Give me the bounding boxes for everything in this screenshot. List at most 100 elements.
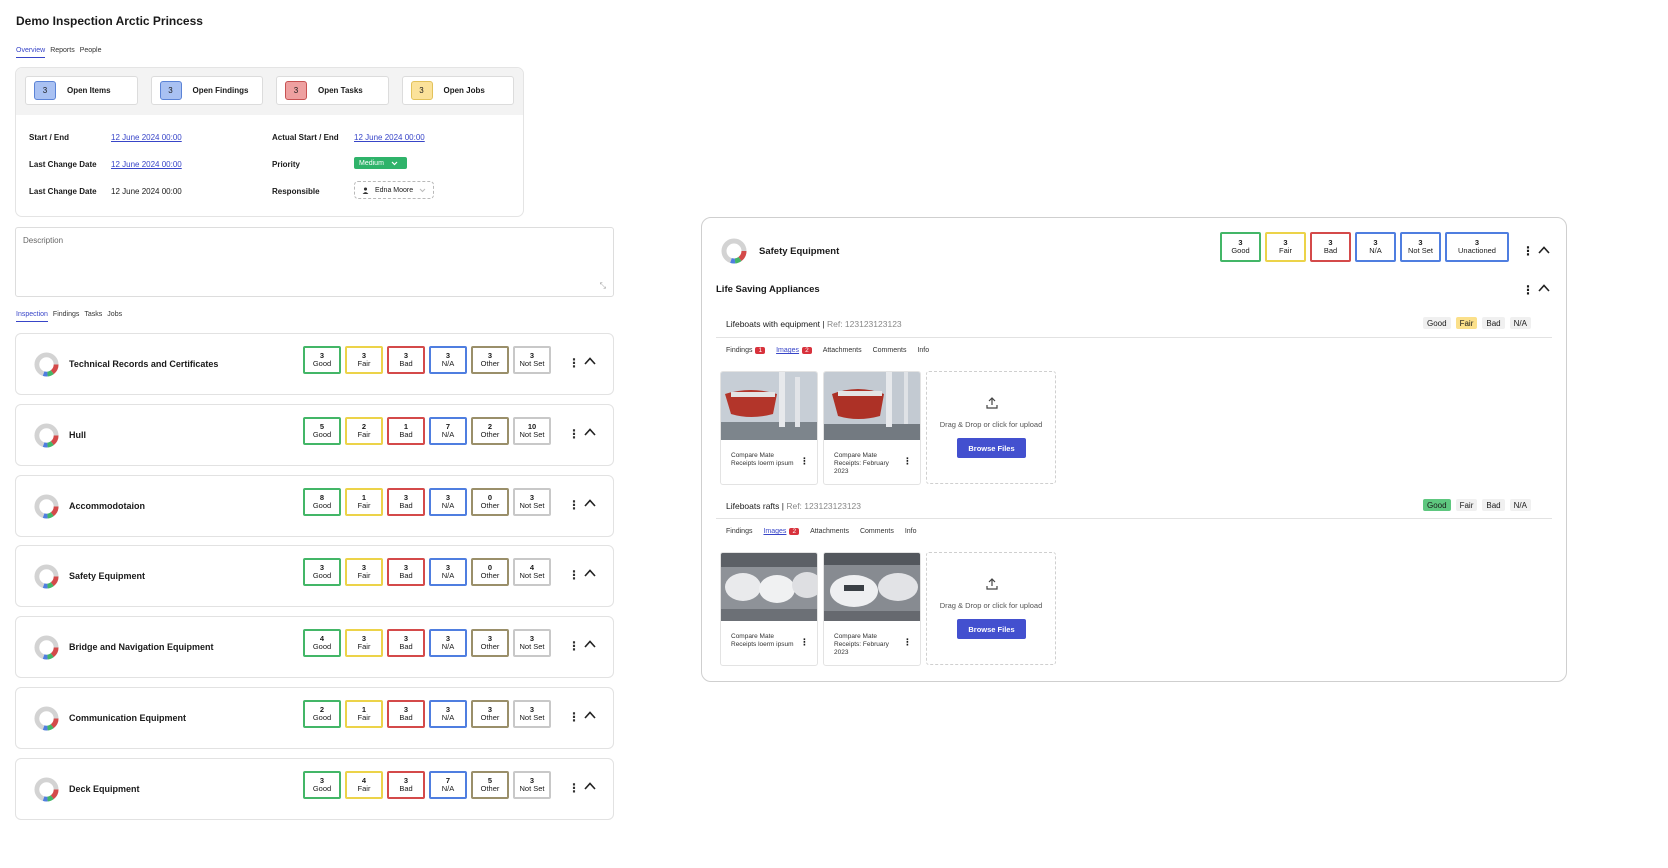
image-card[interactable]: Compare Mate Receipts: February 2023 ⋮: [823, 371, 921, 485]
status-fair[interactable]: 3 Fair: [345, 558, 383, 586]
section-row-safety-equipment[interactable]: Safety Equipment 3 Good 3 Fair 3 Bad 3 N/A 0…: [15, 545, 614, 607]
status-other[interactable]: 3 Other: [471, 629, 509, 657]
section-row-communication-equipment[interactable]: Communication Equipment 2 Good 1 Fair 3 Bad…: [15, 687, 614, 749]
status-na[interactable]: 3 N/A: [429, 488, 467, 516]
more-options-icon[interactable]: ⋮: [568, 499, 580, 511]
actual-start-end-value[interactable]: 12 June 2024 00:00: [354, 133, 425, 142]
priority-select[interactable]: Medium: [354, 157, 407, 169]
status-other[interactable]: 0 Other: [471, 558, 509, 586]
status-other[interactable]: 2 Other: [471, 417, 509, 445]
more-options-icon[interactable]: ⋮: [903, 456, 912, 467]
more-options-icon[interactable]: ⋮: [568, 357, 580, 369]
more-options-icon[interactable]: ⋮: [568, 569, 580, 581]
rating-na[interactable]: N/A: [1509, 499, 1531, 511]
detail-status-bad[interactable]: 3 Bad: [1310, 232, 1351, 262]
status-na[interactable]: 7 N/A: [429, 417, 467, 445]
status-not-set[interactable]: 4 Not Set: [513, 558, 551, 586]
upload-dropzone[interactable]: Drag & Drop or click for upload Browse F…: [926, 371, 1056, 484]
section-row-hull[interactable]: Hull 5 Good 2 Fair 1 Bad 7 N/A 2 Other 10 Not …: [15, 404, 614, 466]
item-tab-findings[interactable]: Findings: [726, 528, 752, 535]
rating-good[interactable]: Good: [1423, 499, 1451, 511]
status-not-set[interactable]: 3 Not Set: [513, 771, 551, 799]
tab-inspection[interactable]: Inspection: [16, 311, 48, 322]
section-row-accommodotaion[interactable]: Accommodotaion 8 Good 1 Fair 3 Bad 3 N/A 0 Ot…: [15, 475, 614, 537]
detail-status-na[interactable]: 3 N/A: [1355, 232, 1396, 262]
section-row-deck-equipment[interactable]: Deck Equipment 3 Good 4 Fair 3 Bad 7 N/A 5 Ot…: [15, 758, 614, 820]
tab-people[interactable]: People: [80, 47, 102, 58]
status-good[interactable]: 5 Good: [303, 417, 341, 445]
responsible-select[interactable]: Edna Moore: [354, 181, 434, 199]
status-bad[interactable]: 3 Bad: [387, 700, 425, 728]
status-good[interactable]: 4 Good: [303, 629, 341, 657]
item-tab-findings[interactable]: Findings 1: [726, 347, 766, 354]
status-fair[interactable]: 1 Fair: [345, 488, 383, 516]
resize-handle-icon[interactable]: ⤡: [600, 281, 606, 291]
section-row-bridge-and-navigation-equipment[interactable]: Bridge and Navigation Equipment 4 Good 3F…: [15, 616, 614, 678]
status-na[interactable]: 7 N/A: [429, 771, 467, 799]
more-options-icon[interactable]: ⋮: [1522, 245, 1534, 257]
detail-status-fair[interactable]: 3 Fair: [1265, 232, 1306, 262]
status-fair[interactable]: 3 Fair: [345, 346, 383, 374]
open-items-chip[interactable]: 3 Open Items: [25, 76, 138, 105]
more-options-icon[interactable]: ⋮: [800, 637, 809, 648]
status-na[interactable]: 3 N/A: [429, 629, 467, 657]
item-tab-info[interactable]: Info: [917, 347, 929, 354]
section-row-technical-records-and-certificates[interactable]: Technical Records and Certificates 3 Good…: [15, 333, 614, 395]
tab-findings[interactable]: Findings: [53, 311, 79, 322]
status-other[interactable]: 0 Other: [471, 488, 509, 516]
rating-good[interactable]: Good: [1423, 317, 1451, 329]
status-bad[interactable]: 3 Bad: [387, 488, 425, 516]
status-not-set[interactable]: 10 Not Set: [513, 417, 551, 445]
chevron-up-icon[interactable]: [583, 496, 597, 510]
status-not-set[interactable]: 3 Not Set: [513, 488, 551, 516]
more-options-icon[interactable]: ⋮: [800, 456, 809, 467]
open-findings-chip[interactable]: 3 Open Findings: [150, 76, 263, 105]
chevron-up-icon[interactable]: [1537, 281, 1551, 295]
detail-status-good[interactable]: 3 Good: [1220, 232, 1261, 262]
tab-overview[interactable]: Overview: [16, 47, 46, 58]
status-fair[interactable]: 4 Fair: [345, 771, 383, 799]
open-jobs-chip[interactable]: 3 Open Jobs: [401, 76, 514, 105]
more-options-icon[interactable]: ⋮: [568, 428, 580, 440]
status-good[interactable]: 3 Good: [303, 346, 341, 374]
item-tab-images[interactable]: Images 2: [763, 528, 800, 535]
status-other[interactable]: 3 Other: [471, 700, 509, 728]
chevron-up-icon[interactable]: [583, 779, 597, 793]
more-options-icon[interactable]: ⋮: [568, 711, 580, 723]
detail-status-not-set[interactable]: 3 Not Set: [1400, 232, 1441, 262]
image-card[interactable]: Compare Mate Receipts: February 2023 ⋮: [823, 552, 921, 666]
description-textarea[interactable]: Description ⤡: [15, 227, 614, 297]
more-options-icon[interactable]: ⋮: [1522, 284, 1534, 296]
browse-files-button[interactable]: Browse Files: [957, 438, 1026, 458]
status-not-set[interactable]: 3 Not Set: [513, 346, 551, 374]
chevron-up-icon[interactable]: [583, 425, 597, 439]
status-fair[interactable]: 3 Fair: [345, 629, 383, 657]
chevron-up-icon[interactable]: [583, 708, 597, 722]
status-good[interactable]: 2 Good: [303, 700, 341, 728]
status-na[interactable]: 3 N/A: [429, 346, 467, 374]
item-tab-comments[interactable]: Comments: [860, 528, 894, 535]
upload-dropzone[interactable]: Drag & Drop or click for upload Browse F…: [926, 552, 1056, 665]
status-bad[interactable]: 3 Bad: [387, 771, 425, 799]
start-end-value[interactable]: 12 June 2024 00:00: [111, 133, 182, 142]
item-tab-attachments[interactable]: Attachments: [823, 347, 862, 354]
status-not-set[interactable]: 3 Not Set: [513, 629, 551, 657]
rating-na[interactable]: N/A: [1509, 317, 1531, 329]
browse-files-button[interactable]: Browse Files: [957, 619, 1026, 639]
item-tab-images[interactable]: Images 2: [776, 347, 812, 354]
item-tab-comments[interactable]: Comments: [873, 347, 907, 354]
tab-jobs[interactable]: Jobs: [107, 311, 122, 322]
chevron-up-icon[interactable]: [1537, 243, 1551, 257]
rating-fair[interactable]: Fair: [1455, 499, 1478, 511]
chevron-up-icon[interactable]: [583, 637, 597, 651]
status-na[interactable]: 3 N/A: [429, 700, 467, 728]
status-na[interactable]: 3 N/A: [429, 558, 467, 586]
more-options-icon[interactable]: ⋮: [568, 782, 580, 794]
status-fair[interactable]: 1 Fair: [345, 700, 383, 728]
rating-bad[interactable]: Bad: [1482, 317, 1505, 329]
item-tab-attachments[interactable]: Attachments: [810, 528, 849, 535]
image-card[interactable]: Compare Mate Receipts loerm ipsum ⋮: [720, 371, 818, 485]
tab-tasks[interactable]: Tasks: [84, 311, 102, 322]
rating-fair[interactable]: Fair: [1455, 317, 1478, 329]
status-bad[interactable]: 1 Bad: [387, 417, 425, 445]
